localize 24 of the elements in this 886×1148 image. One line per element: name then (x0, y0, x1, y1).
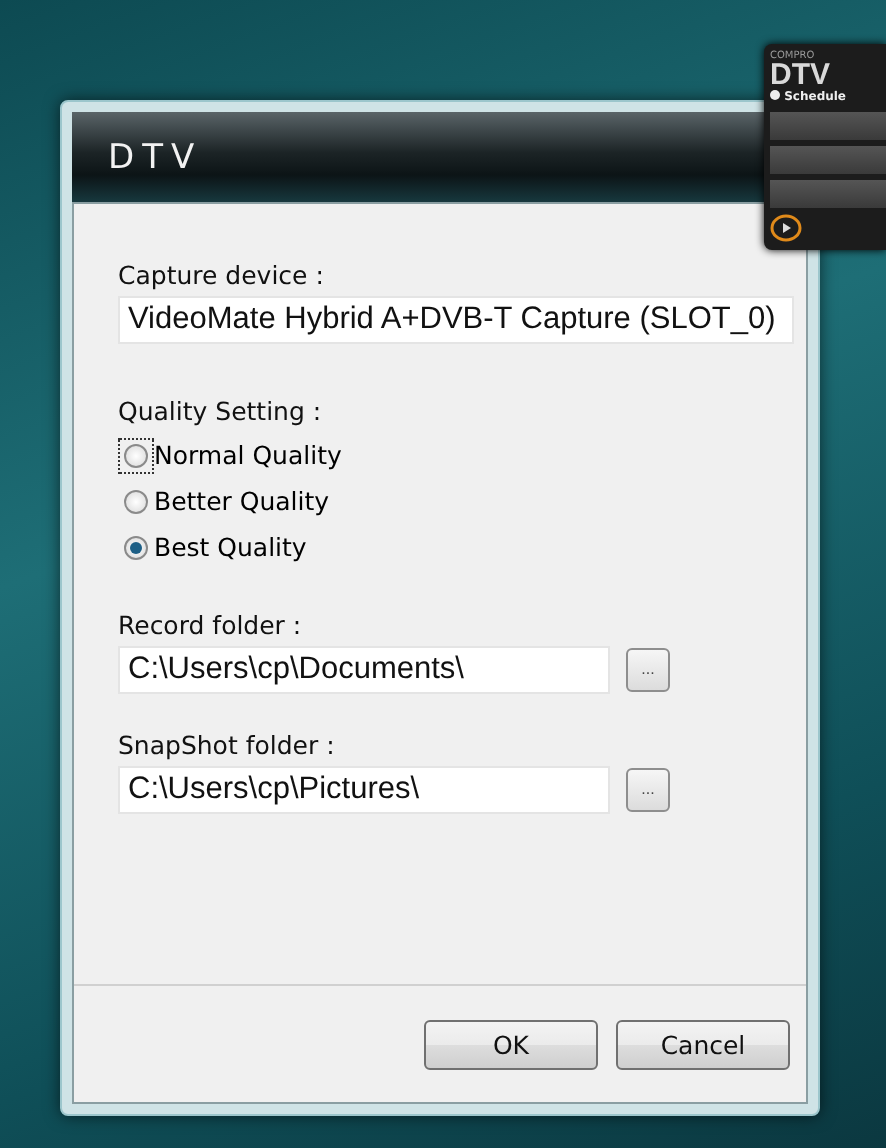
capture-device-field[interactable]: VideoMate Hybrid A+DVB-T Capture (SLOT_0) (118, 296, 794, 344)
radio-button[interactable] (124, 535, 148, 559)
radio-button[interactable] (124, 489, 148, 513)
gadget-title: DTV (770, 62, 830, 90)
cancel-button[interactable]: Cancel (616, 1019, 790, 1069)
schedule-row (770, 112, 886, 140)
radio-label: Normal Quality (154, 440, 342, 470)
capture-device-label: Capture device : (118, 260, 326, 290)
radio-label: Best Quality (154, 532, 307, 562)
bullet-icon (770, 90, 780, 100)
folder-label: Record folder : (118, 610, 304, 640)
folder-label: SnapShot folder : (118, 730, 337, 760)
browse-button[interactable]: ... (626, 648, 670, 692)
play-icon[interactable] (770, 214, 802, 242)
window-title: DTV (108, 137, 203, 177)
browse-button[interactable]: ... (626, 768, 670, 812)
radio-label: Better Quality (154, 486, 330, 516)
radio-button[interactable] (124, 443, 148, 467)
folder-path-field[interactable]: C:\Users\cp\Documents\ (118, 646, 610, 694)
schedule-row (770, 180, 886, 208)
folder-path-field[interactable]: C:\Users\cp\Pictures\ (118, 766, 610, 814)
quality-setting-label: Quality Setting : (118, 396, 324, 426)
schedule-row (770, 146, 886, 174)
ok-button[interactable]: OK (424, 1019, 598, 1069)
